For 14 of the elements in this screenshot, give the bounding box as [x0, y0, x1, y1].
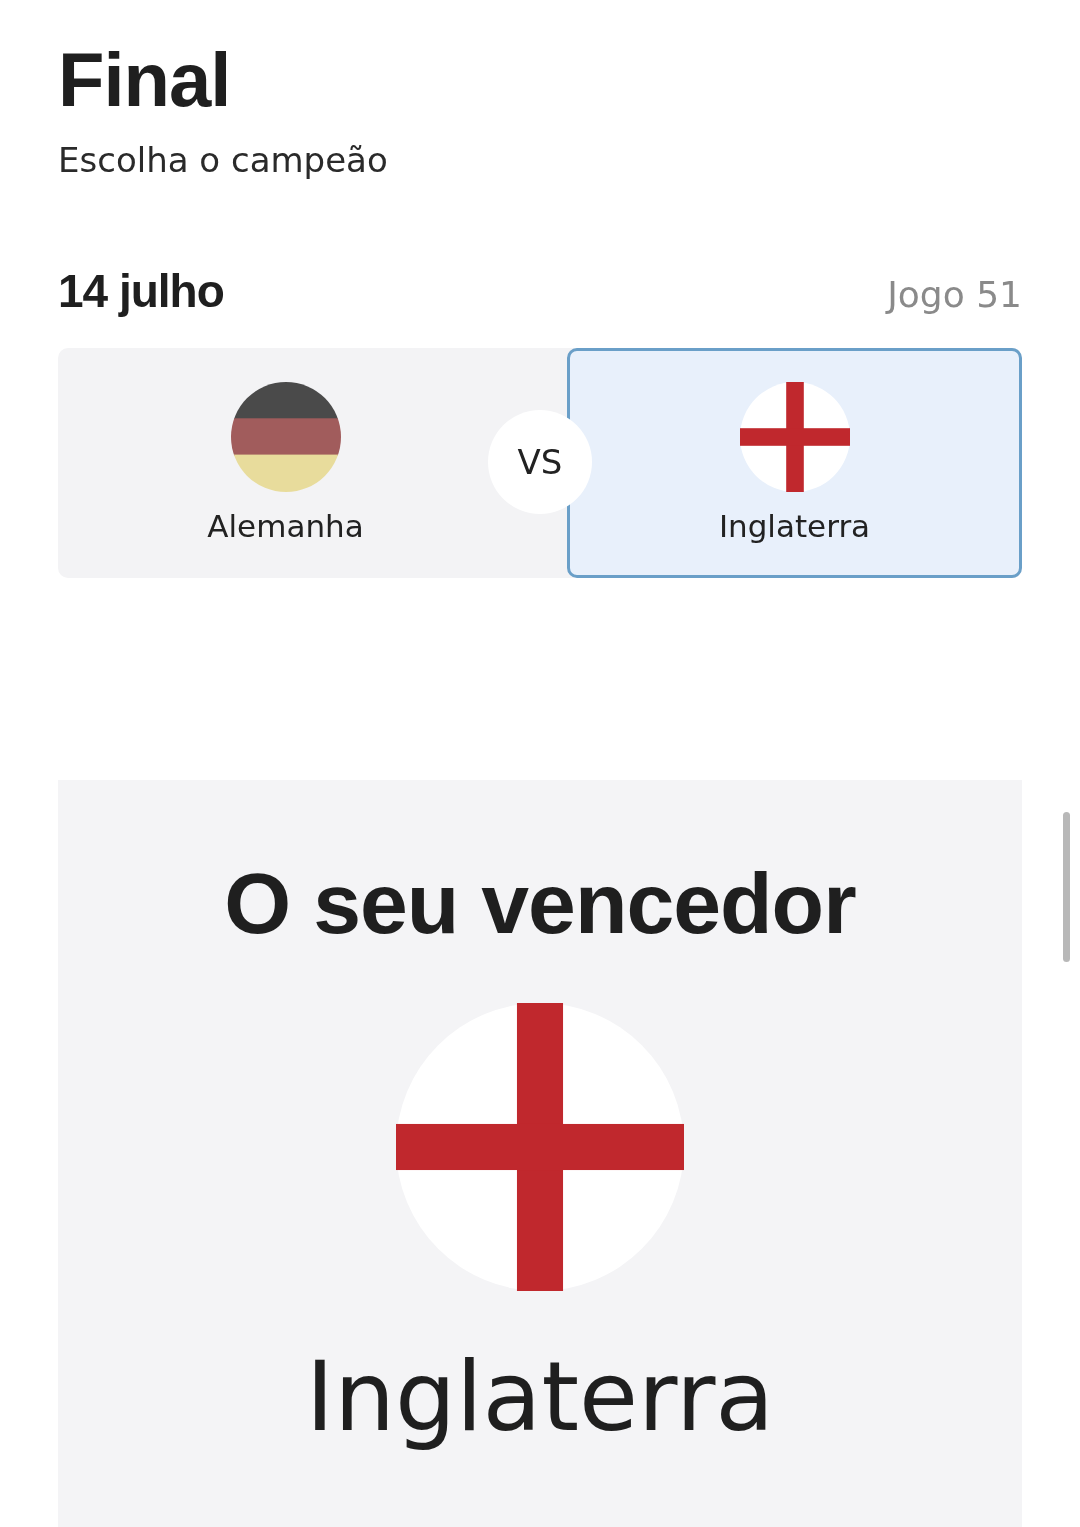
- germany-flag-icon: [230, 382, 341, 492]
- team-name: Alemanha: [207, 508, 364, 544]
- game-number: Jogo 51: [887, 274, 1022, 315]
- winner-heading: O seu vencedor: [224, 854, 856, 953]
- team-name: Inglaterra: [718, 508, 871, 544]
- team-option[interactable]: Inglaterra: [567, 348, 1022, 578]
- match-date: 14 julho: [58, 264, 224, 318]
- winner-name: Inglaterra: [305, 1341, 775, 1453]
- england-flag-icon: [739, 382, 850, 492]
- scrollbar[interactable]: [1063, 812, 1070, 962]
- page-subtitle: Escolha o campeão: [58, 140, 389, 180]
- vs-badge: VS: [488, 410, 592, 514]
- england-flag-icon: [396, 1003, 684, 1291]
- page-title: Final: [58, 38, 232, 122]
